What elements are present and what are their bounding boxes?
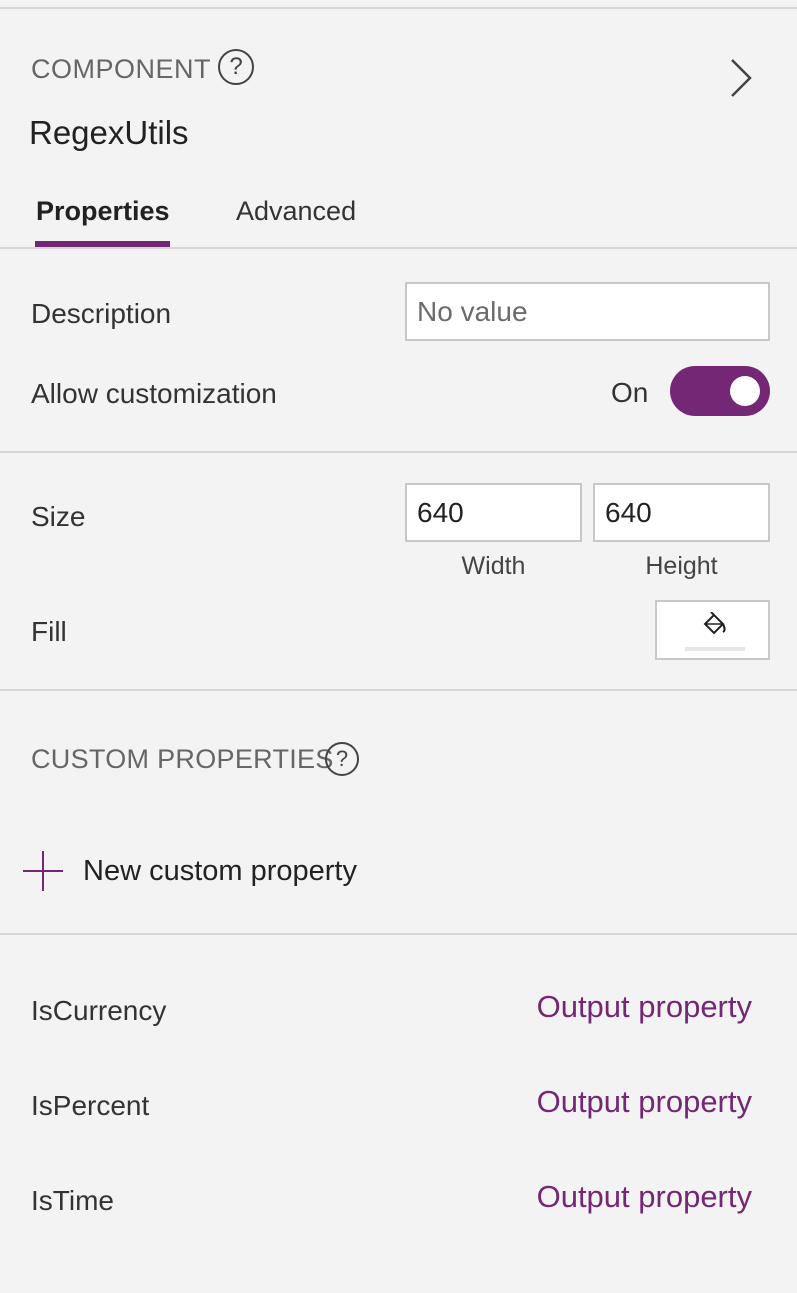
component-properties-panel: COMPONENT ? RegexUtils Properties Advanc… [0, 0, 797, 1293]
tabs-divider [0, 247, 797, 249]
tab-properties[interactable]: Properties [36, 196, 170, 227]
top-divider [0, 7, 797, 9]
description-label: Description [31, 298, 172, 329]
height-caption: Height [645, 552, 718, 580]
toggle-state-label: On [611, 377, 649, 408]
custom-properties-divider [0, 933, 797, 935]
description-input[interactable] [405, 282, 770, 341]
tab-advanced[interactable]: Advanced [236, 196, 356, 227]
height-input[interactable] [593, 483, 770, 542]
fill-color-swatch [685, 647, 745, 651]
component-section-label: COMPONENT [31, 54, 211, 84]
custom-property-type[interactable]: Output property [537, 1084, 752, 1120]
custom-properties-help-icon[interactable]: ? [325, 742, 359, 776]
custom-property-type[interactable]: Output property [537, 989, 752, 1025]
fill-label: Fill [31, 616, 67, 647]
component-name: RegexUtils [29, 114, 189, 151]
layout-divider [0, 689, 797, 691]
general-divider [0, 451, 797, 453]
width-input[interactable] [405, 483, 582, 542]
custom-property-type[interactable]: Output property [537, 1179, 752, 1215]
toggle-knob [730, 376, 760, 406]
paint-bucket-icon [703, 612, 726, 635]
custom-property-name[interactable]: IsTime [31, 1185, 114, 1217]
allow-customization-label: Allow customization [31, 378, 277, 409]
help-circle-icon[interactable]: ? [218, 49, 254, 85]
new-custom-property-label: New custom property [83, 855, 357, 887]
size-label: Size [31, 501, 86, 532]
custom-property-name[interactable]: IsPercent [31, 1090, 149, 1122]
plus-icon [23, 851, 63, 891]
width-caption: Width [461, 552, 526, 580]
allow-customization-toggle[interactable] [670, 366, 770, 416]
chevron-right-icon[interactable] [720, 56, 764, 100]
custom-properties-section-label: CUSTOM PROPERTIES [31, 744, 334, 774]
fill-color-picker-button[interactable] [655, 600, 770, 660]
custom-property-name[interactable]: IsCurrency [31, 995, 166, 1027]
